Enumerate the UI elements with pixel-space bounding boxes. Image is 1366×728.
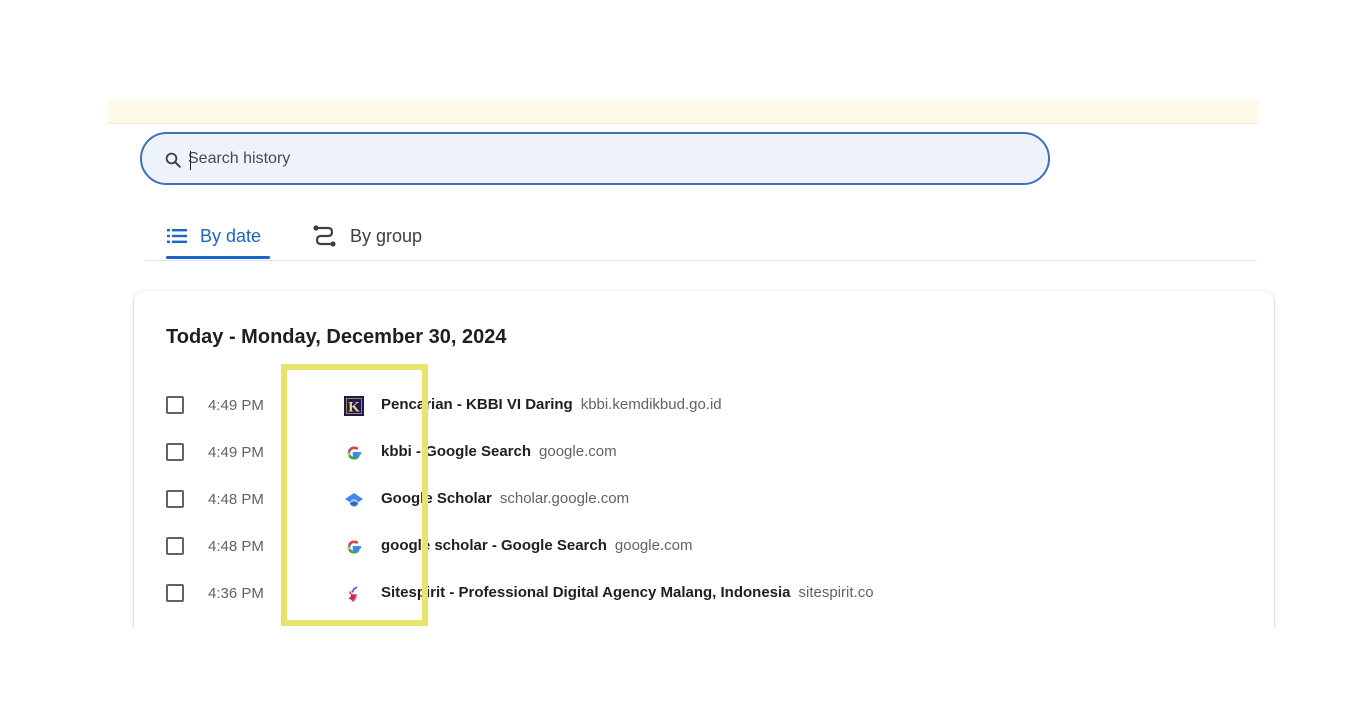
tab-by-date[interactable]: By date (166, 212, 261, 260)
row-checkbox[interactable] (166, 537, 184, 555)
row-link[interactable]: google scholar - Google Search google.com (381, 537, 692, 554)
row-time: 4:49 PM (208, 397, 264, 414)
row-title: Pencarian - KBBI VI Daring (381, 396, 573, 413)
search-icon (165, 152, 181, 168)
row-domain: google.com (614, 537, 693, 554)
sitespirit-favicon-icon (348, 586, 358, 602)
history-row[interactable]: 4:36 PM Sitespirit - Professional Digita… (160, 574, 1250, 614)
row-title: Sitespirit - Professional Digital Agency… (381, 584, 791, 601)
row-domain: scholar.google.com (499, 490, 630, 507)
route-icon (313, 225, 336, 247)
kbbi-favicon-icon: K (344, 396, 364, 416)
row-title: Google Scholar (381, 490, 492, 507)
google-favicon-icon (347, 540, 361, 554)
history-row[interactable]: 4:48 PM Google Scholar scholar.google.com (160, 480, 1250, 520)
text-caret (190, 151, 191, 170)
google-scholar-favicon-icon (345, 493, 363, 507)
row-time: 4:48 PM (208, 491, 264, 508)
svg-text:K: K (348, 400, 360, 416)
tab-by-group-label: By group (350, 225, 423, 246)
google-favicon-icon (347, 446, 361, 460)
row-checkbox[interactable] (166, 584, 184, 602)
row-domain: sitespirit.co (798, 584, 874, 601)
row-domain: google.com (539, 443, 617, 460)
history-row[interactable]: 4:49 PM K Pencarian - KBBI VI Daring kbbi… (160, 386, 1250, 426)
row-domain: kbbi.kemdikbud.go.id (580, 396, 722, 413)
search-input[interactable] (188, 144, 1028, 174)
row-title: kbbi - Google Search (381, 443, 532, 460)
tabs-divider (145, 260, 1257, 261)
tab-by-group[interactable]: By group (312, 212, 422, 260)
row-title: google scholar - Google Search (381, 537, 607, 554)
row-time: 4:36 PM (208, 585, 264, 602)
history-page: By date By group Today - Monday, Decembe… (0, 0, 1366, 728)
row-checkbox[interactable] (166, 443, 184, 461)
date-heading: Today - Monday, December 30, 2024 (166, 326, 507, 348)
row-link[interactable]: Google Scholar scholar.google.com (381, 490, 629, 507)
history-row[interactable]: 4:49 PM kbbi - Google Search google.com (160, 433, 1250, 473)
row-link[interactable]: Sitespirit - Professional Digital Agency… (381, 584, 874, 601)
notice-strip (108, 100, 1258, 124)
tab-by-date-label: By date (200, 225, 262, 246)
row-time: 4:48 PM (208, 538, 264, 555)
cropped-area (0, 628, 1366, 728)
row-link[interactable]: kbbi - Google Search google.com (381, 443, 617, 460)
row-link[interactable]: Pencarian - KBBI VI Daring kbbi.kemdikbud… (381, 396, 722, 413)
history-row[interactable]: 4:48 PM google scholar - Google Search go… (160, 527, 1250, 567)
row-time: 4:49 PM (208, 444, 264, 461)
list-icon (167, 229, 187, 243)
row-checkbox[interactable] (166, 490, 184, 508)
search-box[interactable] (140, 132, 1050, 185)
tab-selected-indicator (166, 256, 270, 259)
row-checkbox[interactable] (166, 396, 184, 414)
